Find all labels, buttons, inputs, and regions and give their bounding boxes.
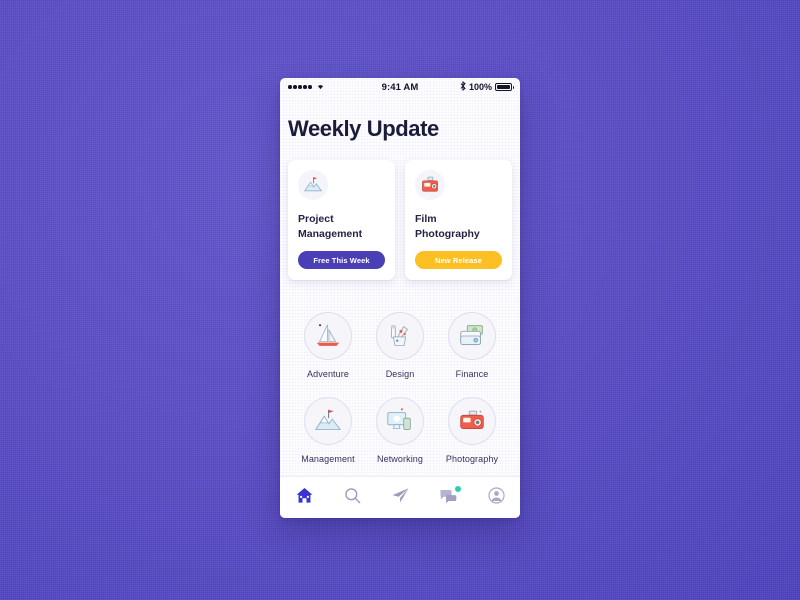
nav-item-chat[interactable] [431,483,465,513]
feature-card-project-management[interactable]: Project Management Free This Week [288,160,395,280]
feature-card-title: Film Photography [415,212,502,242]
category-item-adventure[interactable]: Adventure [292,311,364,379]
nav-item-profile[interactable] [479,483,513,513]
category-item-design[interactable]: Design [364,311,436,379]
title-line-1: Project [298,213,334,225]
title-line-1: Film [415,213,437,225]
feature-card-title: Project Management [298,212,385,242]
mountain-flag-icon [304,396,352,445]
status-bar: 9:41 AM 100% [280,78,520,96]
category-label: Design [385,368,415,379]
nav-item-search[interactable] [335,483,369,513]
category-label: Management [301,453,355,464]
category-label: Adventure [307,368,349,379]
category-label: Finance [455,368,489,379]
sailboat-icon [304,311,352,360]
film-camera-icon [415,170,445,200]
nav-item-send[interactable] [383,483,417,513]
bottom-navigation [280,476,520,518]
wallet-money-icon [448,311,496,360]
feature-card-list: Project Management Free This Week Film P… [280,142,520,280]
bluetooth-icon [460,80,466,93]
feature-card-film-photography[interactable]: Film Photography New Release [405,160,512,280]
camera-icon [448,396,496,445]
badge-free-this-week[interactable]: Free This Week [298,251,385,269]
category-item-management[interactable]: Management [292,396,364,464]
battery-percent-label: 100% [468,82,492,92]
phone-mockup: 9:41 AM 100% Weekly Update Project Manag… [280,78,520,518]
category-label: Photography [445,453,499,464]
category-item-networking[interactable]: Networking [364,396,436,464]
user-circle-icon [487,486,506,510]
chat-unread-badge [455,485,461,492]
monitor-devices-icon [376,396,424,445]
page-title: Weekly Update [288,116,439,141]
badge-new-release[interactable]: New Release [415,251,502,269]
category-label: Networking [376,453,424,464]
category-item-photography[interactable]: Photography [436,396,508,464]
home-icon [295,486,314,510]
category-grid: Adventure Design Finance Management Netw… [280,280,520,464]
search-icon [343,486,362,510]
pen-cup-icon [376,311,424,360]
mountain-flag-icon [298,170,328,200]
status-bar-right: 100% [460,80,514,93]
paper-plane-icon [391,486,410,510]
title-line-2: Photography [415,228,480,241]
nav-item-home[interactable] [287,483,321,513]
title-line-2: Management [298,228,363,241]
battery-full-icon [495,83,514,91]
category-item-finance[interactable]: Finance [436,311,508,379]
